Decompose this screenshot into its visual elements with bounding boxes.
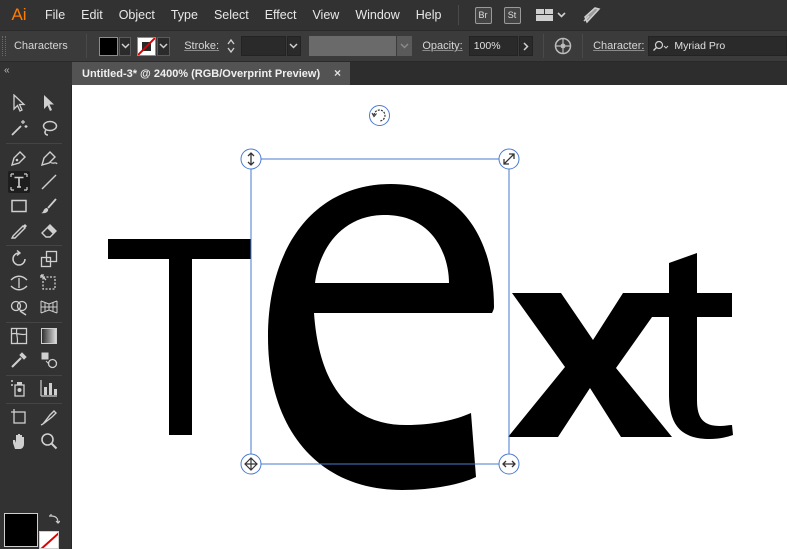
lasso-tool-icon[interactable] xyxy=(38,117,60,139)
fill-stroke-widget[interactable] xyxy=(4,513,61,549)
menu-bar: Ai File Edit Object Type Select Effect V… xyxy=(0,0,787,30)
close-tab-button[interactable]: × xyxy=(334,66,341,80)
tool-group-separator xyxy=(6,322,62,323)
control-separator xyxy=(85,34,87,58)
glyph-e-large[interactable] xyxy=(268,184,494,490)
app-logo: Ai xyxy=(11,5,27,24)
menu-view[interactable]: View xyxy=(304,0,347,30)
control-separator xyxy=(582,34,584,58)
menu-type[interactable]: Type xyxy=(163,0,206,30)
fill-swatch[interactable] xyxy=(98,36,118,56)
paintbrush-tool-icon[interactable] xyxy=(38,195,60,217)
zoom-tool-icon[interactable] xyxy=(38,430,60,452)
move-handle-bottom-left[interactable] xyxy=(240,453,262,475)
menu-file[interactable]: File xyxy=(38,0,73,30)
toolbox-header: « xyxy=(0,62,72,85)
free-transform-tool-icon[interactable] xyxy=(38,272,60,294)
stroke-weight-stepper[interactable] xyxy=(225,36,237,56)
font-family-field[interactable]: Myriad Pro xyxy=(648,36,787,56)
artboard-tool-icon[interactable] xyxy=(8,406,30,428)
direct-selection-tool-icon[interactable] xyxy=(38,92,60,114)
curvature-tool-icon[interactable] xyxy=(38,147,60,169)
document-tab-bar: « Untitled-3* @ 2400% (RGB/Overprint Pre… xyxy=(0,62,787,85)
artwork-layer xyxy=(108,105,733,490)
stroke-dropdown[interactable] xyxy=(157,36,171,56)
glyph-t-upper[interactable] xyxy=(108,239,251,435)
stock-button[interactable]: St xyxy=(503,6,521,24)
stroke-color-swatch[interactable] xyxy=(39,531,59,549)
menu-edit[interactable]: Edit xyxy=(73,0,111,30)
symbol-sprayer-tool-icon[interactable] xyxy=(8,377,30,399)
control-bar: Characters Stroke: Opacity: 100% Charact… xyxy=(0,30,787,62)
type-tool-icon[interactable] xyxy=(8,171,30,193)
fill-color-swatch[interactable] xyxy=(4,513,38,547)
stroke-weight-dropdown[interactable] xyxy=(286,36,302,56)
search-icon xyxy=(653,40,669,51)
mesh-tool-icon[interactable] xyxy=(8,325,30,347)
resize-handle-top-left[interactable] xyxy=(240,148,262,170)
variable-width-dropdown[interactable] xyxy=(397,36,413,56)
opacity-arrow[interactable] xyxy=(519,36,534,56)
glyph-t-lower[interactable] xyxy=(650,253,733,439)
rotate-handle[interactable] xyxy=(369,105,390,126)
tool-group-separator xyxy=(6,403,62,404)
toolbox xyxy=(0,85,72,549)
scale-tool-icon[interactable] xyxy=(38,248,60,270)
collapse-toolbox-button[interactable]: « xyxy=(4,65,10,76)
fill-dropdown[interactable] xyxy=(118,36,132,56)
rocket-icon[interactable] xyxy=(581,6,601,24)
shaper-tool-icon[interactable] xyxy=(8,219,30,241)
gradient-tool-icon[interactable] xyxy=(38,325,60,347)
tool-group-separator xyxy=(6,245,62,246)
menu-select[interactable]: Select xyxy=(206,0,257,30)
bridge-button[interactable]: Br xyxy=(474,6,492,24)
pen-tool-icon[interactable] xyxy=(8,147,30,169)
tool-group-separator xyxy=(6,375,62,376)
stroke-label[interactable]: Stroke: xyxy=(170,40,225,52)
selection-tool-icon[interactable] xyxy=(8,92,30,114)
selection-type-label: Characters xyxy=(13,40,68,52)
workspace-grid-icon[interactable] xyxy=(535,7,567,23)
menu-object[interactable]: Object xyxy=(111,0,163,30)
opacity-field[interactable]: 100% xyxy=(468,36,519,56)
menu-effect[interactable]: Effect xyxy=(257,0,305,30)
menu-window[interactable]: Window xyxy=(347,0,407,30)
stroke-swatch[interactable] xyxy=(137,36,157,56)
magic-wand-tool-icon[interactable] xyxy=(8,117,30,139)
line-segment-tool-icon[interactable] xyxy=(38,171,60,193)
width-tool-icon[interactable] xyxy=(8,272,30,294)
recolor-artwork-icon[interactable] xyxy=(554,37,572,55)
control-separator xyxy=(543,34,545,58)
artboard-canvas[interactable] xyxy=(72,85,787,549)
blend-tool-icon[interactable] xyxy=(38,349,60,371)
eraser-tool-icon[interactable] xyxy=(38,219,60,241)
stroke-weight-field[interactable] xyxy=(240,36,286,56)
rectangle-tool-icon[interactable] xyxy=(8,195,30,217)
hand-tool-icon[interactable] xyxy=(8,430,30,452)
perspective-grid-tool-icon[interactable] xyxy=(38,296,60,318)
eyedropper-tool-icon[interactable] xyxy=(8,349,30,371)
variable-width-profile[interactable] xyxy=(309,36,397,56)
document-tab-title: Untitled-3* @ 2400% (RGB/Overprint Previ… xyxy=(82,67,321,80)
column-graph-tool-icon[interactable] xyxy=(38,377,60,399)
resize-handle-bottom-right[interactable] xyxy=(498,453,520,475)
document-tab[interactable]: Untitled-3* @ 2400% (RGB/Overprint Previ… xyxy=(72,62,350,85)
character-label[interactable]: Character: xyxy=(593,40,648,52)
rotate-tool-icon[interactable] xyxy=(8,248,30,270)
tool-group-separator xyxy=(6,143,62,144)
resize-handle-top-right[interactable] xyxy=(498,148,520,170)
opacity-label[interactable]: Opacity: xyxy=(412,40,468,52)
swap-colors-icon[interactable] xyxy=(48,513,61,525)
menu-help[interactable]: Help xyxy=(408,0,450,30)
glyph-x[interactable] xyxy=(508,293,672,437)
slice-tool-icon[interactable] xyxy=(38,406,60,428)
menu-separator xyxy=(457,5,459,25)
font-family-value: Myriad Pro xyxy=(674,40,726,52)
shape-builder-tool-icon[interactable] xyxy=(8,296,30,318)
